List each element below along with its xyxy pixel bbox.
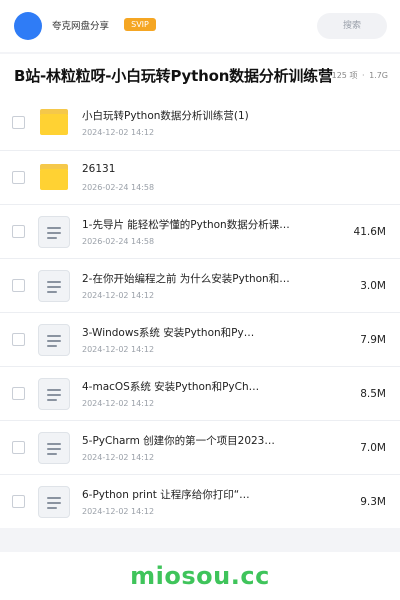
file-date: 2024-12-02 14:12 — [82, 507, 155, 516]
list-item[interactable]: 4-macOS系统 安装Python和PyCh… 2024-12-02 14:12… — [0, 366, 400, 420]
file-list: 小白玩转Python数据分析训练营(1) 2024-12-02 14:12 2613… — [0, 96, 400, 528]
file-date: 2024-12-02 14:12 — [82, 453, 155, 462]
file-size: 41.6M — [353, 226, 386, 238]
document-icon — [38, 378, 70, 410]
document-icon — [38, 216, 70, 248]
file-size: 7.0M — [360, 442, 386, 454]
list-item[interactable]: 2-在你开始编程之前 为什么安装Python和… 2024-12-02 14:12… — [0, 258, 400, 312]
select-checkbox[interactable] — [12, 116, 25, 129]
file-name: 3-Windows系统 安装Python和Py… — [82, 327, 255, 339]
item-count: 125 项 — [331, 71, 358, 80]
share-page: 夸克网盘分享 SVIP 搜索 B站-林粒粒呀-小白玩转Python数据分析训练营… — [0, 0, 400, 600]
select-checkbox[interactable] — [12, 441, 25, 454]
search-input[interactable]: 搜索 — [317, 13, 387, 39]
folder-icon — [40, 164, 68, 190]
file-name: 4-macOS系统 安装Python和PyCh… — [82, 381, 260, 393]
list-item[interactable]: 26131 2026-02-24 14:58 — [0, 150, 400, 204]
list-item[interactable]: 5-PyCharm 创建你的第一个项目2023… 2024-12-02 14:12… — [0, 420, 400, 474]
document-icon — [38, 432, 70, 464]
page-title: B站-林粒粒呀-小白玩转Python数据分析训练营 — [14, 67, 333, 85]
folder-title-bar: B站-林粒粒呀-小白玩转Python数据分析训练营 125 项 · 1.7G — [0, 54, 400, 96]
file-size: 9.3M — [360, 496, 386, 508]
select-checkbox[interactable] — [12, 387, 25, 400]
file-name: 5-PyCharm 创建你的第一个项目2023… — [82, 435, 275, 447]
file-date: 2024-12-02 14:12 — [82, 399, 155, 408]
file-date: 2024-12-02 14:12 — [82, 345, 155, 354]
list-item[interactable]: 6-Python print 让程序给你打印“… 2024-12-02 14:12… — [0, 474, 400, 528]
total-size: 1.7G — [369, 71, 388, 80]
file-date: 2024-12-02 14:12 — [82, 291, 155, 300]
avatar[interactable] — [14, 12, 42, 40]
header: 夸克网盘分享 SVIP 搜索 — [0, 0, 400, 52]
site-name: 夸克网盘分享 — [52, 21, 110, 32]
file-name: 2-在你开始编程之前 为什么安装Python和… — [82, 273, 290, 285]
folder-icon — [40, 109, 68, 135]
select-checkbox[interactable] — [12, 171, 25, 184]
file-size: 8.5M — [360, 388, 386, 400]
select-checkbox[interactable] — [12, 495, 25, 508]
meta-separator: · — [361, 71, 365, 80]
file-date: 2026-02-24 14:58 — [82, 183, 155, 192]
select-checkbox[interactable] — [12, 279, 25, 292]
svip-badge: SVIP — [124, 18, 156, 31]
select-checkbox[interactable] — [12, 225, 25, 238]
file-date: 2026-02-24 14:58 — [82, 237, 155, 246]
watermark: miosou.cc — [130, 562, 270, 590]
document-icon — [38, 486, 70, 518]
list-item[interactable]: 3-Windows系统 安装Python和Py… 2024-12-02 14:12… — [0, 312, 400, 366]
folder-meta: 125 项 · 1.7G — [330, 70, 388, 81]
file-name: 1-先导片 能轻松学懂的Python数据分析课… — [82, 219, 290, 231]
file-size: 3.0M — [360, 280, 386, 292]
list-item[interactable]: 1-先导片 能轻松学懂的Python数据分析课… 2026-02-24 14:58… — [0, 204, 400, 258]
document-icon — [38, 324, 70, 356]
select-checkbox[interactable] — [12, 333, 25, 346]
file-name: 26131 — [82, 163, 116, 175]
list-item[interactable]: 小白玩转Python数据分析训练营(1) 2024-12-02 14:12 — [0, 96, 400, 150]
file-date: 2024-12-02 14:12 — [82, 128, 155, 137]
file-size: 7.9M — [360, 334, 386, 346]
document-icon — [38, 270, 70, 302]
file-name: 小白玩转Python数据分析训练营(1) — [82, 110, 249, 122]
file-name: 6-Python print 让程序给你打印“… — [82, 489, 250, 501]
